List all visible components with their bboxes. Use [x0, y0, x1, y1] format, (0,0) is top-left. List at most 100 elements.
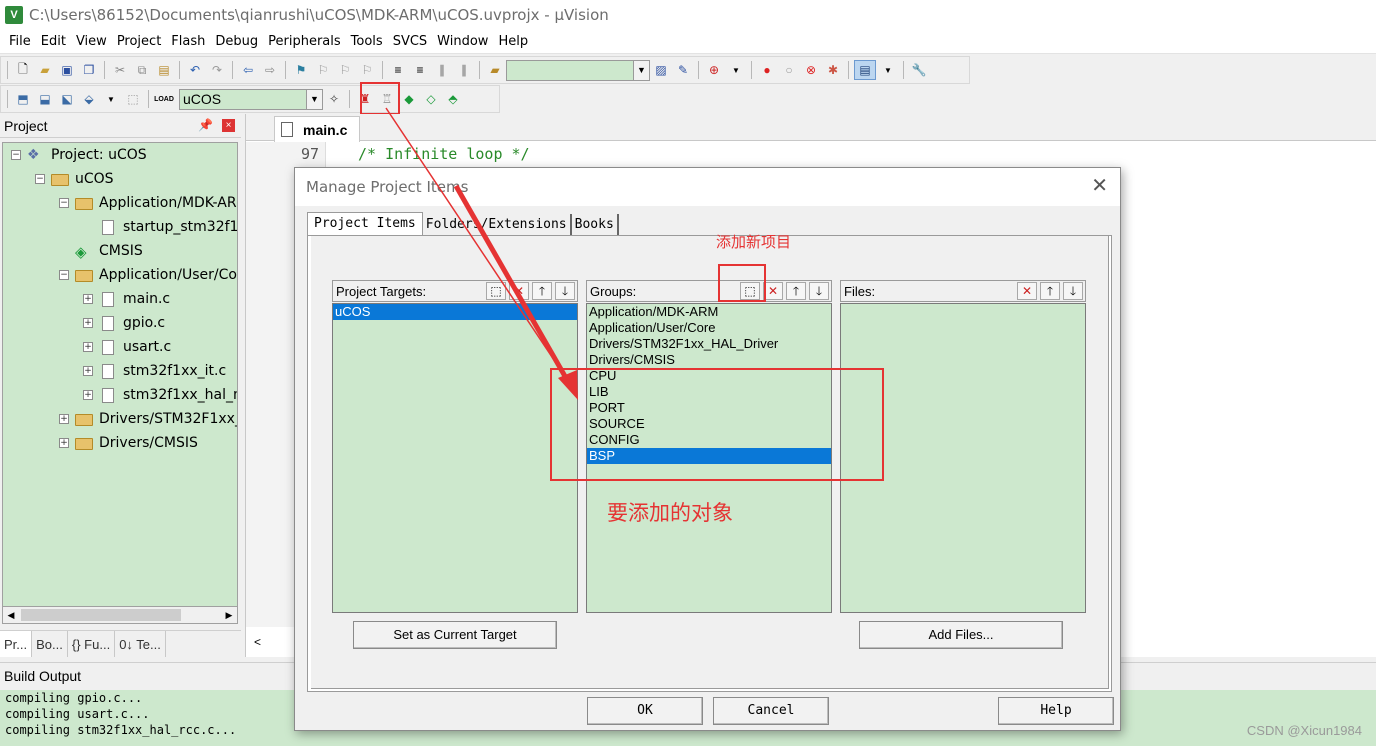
expand-icon[interactable]: + [59, 438, 69, 448]
menu-file[interactable]: File [4, 31, 36, 53]
pin-icon[interactable]: 📌 [198, 118, 213, 132]
unindent-icon[interactable]: ≡ [410, 60, 430, 80]
tree-item[interactable]: + stm32f1xx_it.c [83, 359, 226, 383]
expand-icon[interactable]: + [83, 366, 93, 376]
target-item[interactable]: uCOS [333, 304, 577, 320]
replace-icon[interactable]: ✎ [673, 60, 693, 80]
project-tree-scrollbar[interactable]: ◀ ▶ [2, 606, 238, 624]
chevron-down-icon[interactable]: ▼ [633, 60, 649, 80]
stop-build-icon[interactable]: ⬚ [123, 89, 143, 109]
undo-icon[interactable]: ↶ [185, 60, 205, 80]
find-in-files-icon[interactable]: ▰ [485, 60, 505, 80]
chevron-down-icon[interactable]: ▼ [101, 89, 121, 109]
build-icon[interactable]: ⬓ [35, 89, 55, 109]
move-up-icon[interactable]: 🡑 [1040, 282, 1060, 300]
bookmark-clear-icon[interactable]: ⚐ [357, 60, 377, 80]
menu-peripherals[interactable]: Peripherals [263, 31, 346, 53]
save-icon[interactable]: ▣ [57, 60, 77, 80]
find-combo[interactable]: ▼ [506, 59, 650, 81]
menu-project[interactable]: Project [112, 31, 166, 53]
debug-session-icon[interactable]: ⊕ [704, 60, 724, 80]
new-file-icon[interactable]: 🗋 [13, 60, 33, 80]
expand-icon[interactable]: + [83, 318, 93, 328]
menu-view[interactable]: View [71, 31, 112, 53]
tree-item[interactable]: + usart.c [83, 335, 171, 359]
help-button[interactable]: Help [998, 697, 1114, 725]
menu-debug[interactable]: Debug [210, 31, 263, 53]
ok-button[interactable]: OK [587, 697, 703, 725]
expand-icon[interactable]: + [83, 390, 93, 400]
tab-functions[interactable]: {} Fu... [68, 631, 116, 657]
move-up-icon[interactable]: 🡑 [786, 282, 806, 300]
group-item[interactable]: Application/User/Core [587, 320, 831, 336]
breakpoint-disable-icon[interactable]: ○ [779, 60, 799, 80]
batch-build-icon[interactable]: ⬙ [79, 89, 99, 109]
move-down-icon[interactable]: 🡓 [555, 282, 575, 300]
scroll-left-icon[interactable]: ◀ [3, 607, 19, 623]
tree-item[interactable]: − uCOS [35, 167, 114, 191]
tree-item[interactable]: + Drivers/CMSIS [59, 431, 198, 455]
targets-list[interactable]: uCOS [332, 303, 578, 613]
tab-project-items[interactable]: Project Items [307, 212, 423, 236]
tree-item[interactable]: − ❖ Project: uCOS [11, 143, 147, 167]
collapse-icon[interactable]: − [59, 198, 69, 208]
breakpoint-icon[interactable]: ● [757, 60, 777, 80]
redo-icon[interactable]: ↷ [207, 60, 227, 80]
paste-icon[interactable]: ▤ [154, 60, 174, 80]
new-item-icon[interactable]: ⬚ [486, 282, 506, 300]
group-item[interactable]: Drivers/CMSIS [587, 352, 831, 368]
tab-books[interactable]: Bo... [32, 631, 68, 657]
tree-item[interactable]: + stm32f1xx_hal_msp.c [83, 383, 237, 407]
add-files-button[interactable]: Add Files... [859, 621, 1063, 649]
pack-installer-icon[interactable]: ◇ [421, 89, 441, 109]
chevron-down-icon[interactable]: ▼ [306, 89, 322, 109]
tab-books[interactable]: Books [572, 214, 619, 236]
nav-back-icon[interactable]: ⇦ [238, 60, 258, 80]
collapse-icon[interactable]: − [11, 150, 21, 160]
download-icon[interactable]: LOAD [154, 89, 174, 109]
tree-item[interactable]: + Drivers/STM32F1xx_HAL_Driver [59, 407, 237, 431]
tab-folders-extensions[interactable]: Folders/Extensions [423, 214, 572, 236]
close-icon[interactable]: ✕ [1091, 176, 1108, 196]
tab-templates[interactable]: 0↓ Te... [115, 631, 166, 657]
move-up-icon[interactable]: 🡑 [532, 282, 552, 300]
group-item[interactable]: Application/MDK-ARM [587, 304, 831, 320]
breakpoint-disable-all-icon[interactable]: ⊗ [801, 60, 821, 80]
find-icon[interactable]: ▨ [651, 60, 671, 80]
target-combo[interactable]: uCOS ▼ [179, 88, 323, 110]
code-line[interactable]: /* Infinite loop */ [358, 145, 530, 163]
group-item[interactable]: Drivers/STM32F1xx_HAL_Driver [587, 336, 831, 352]
manage-rte-icon[interactable]: ◆ [399, 89, 419, 109]
menu-flash[interactable]: Flash [166, 31, 210, 53]
copy-icon[interactable]: ⧉ [132, 60, 152, 80]
collapse-icon[interactable]: − [35, 174, 45, 184]
menu-help[interactable]: Help [493, 31, 533, 53]
bookmark-icon[interactable]: ⚑ [291, 60, 311, 80]
menu-edit[interactable]: Edit [36, 31, 71, 53]
close-icon[interactable]: × [222, 119, 235, 132]
window-layout-icon[interactable]: ▤ [854, 60, 876, 80]
software-packs-icon[interactable]: ⬘ [443, 89, 463, 109]
comment-icon[interactable]: ∥ [432, 60, 452, 80]
move-down-icon[interactable]: 🡓 [809, 282, 829, 300]
delete-icon[interactable]: ✕ [509, 282, 529, 300]
rebuild-icon[interactable]: ⬕ [57, 89, 77, 109]
delete-icon[interactable]: ✕ [763, 282, 783, 300]
bookmark-prev-icon[interactable]: ⚐ [313, 60, 333, 80]
breakpoint-kill-all-icon[interactable]: ✱ [823, 60, 843, 80]
menu-window[interactable]: Window [432, 31, 493, 53]
uncomment-icon[interactable]: ∥ [454, 60, 474, 80]
tab-main-c[interactable]: main.c [274, 116, 360, 142]
chevron-down-icon[interactable]: ▼ [726, 60, 746, 80]
indent-icon[interactable]: ≡ [388, 60, 408, 80]
move-down-icon[interactable]: 🡓 [1063, 282, 1083, 300]
configure-icon[interactable]: 🔧 [909, 60, 929, 80]
open-file-icon[interactable]: ▰ [35, 60, 55, 80]
menu-svcs[interactable]: SVCS [388, 31, 432, 53]
expand-icon[interactable]: + [83, 294, 93, 304]
tree-item[interactable]: − Application/User/Core [59, 263, 237, 287]
scroll-right-icon[interactable]: ▶ [221, 607, 237, 623]
menu-tools[interactable]: Tools [346, 31, 388, 53]
delete-icon[interactable]: ✕ [1017, 282, 1037, 300]
translate-icon[interactable]: ⬒ [13, 89, 33, 109]
